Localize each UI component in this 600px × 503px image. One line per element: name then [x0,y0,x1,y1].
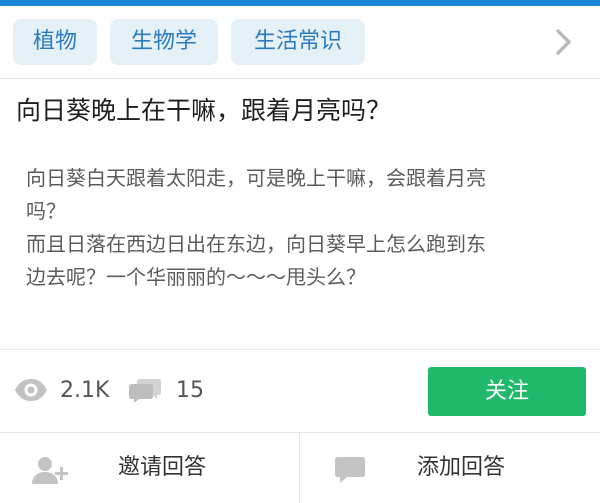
tag-plants[interactable]: 植物 [13,19,97,65]
comment-bubbles-icon [129,379,161,403]
question-body-line: 向日葵白天跟着太阳走，可是晚上干嘛，会跟着月亮 [26,166,486,190]
tag-biology[interactable]: 生物学 [110,19,218,65]
tag-life-tips[interactable]: 生活常识 [231,19,365,65]
question-actions-bar: 邀请回答 添加回答 [0,433,600,503]
add-user-icon [32,457,68,484]
question-page: 植物 生物学 生活常识 向日葵晚上在干嘛，跟着月亮吗？ 向日葵白天跟着太阳走，可… [0,0,600,503]
question-body-line: 吗？ [26,199,66,223]
answer-count: 15 [176,378,204,403]
add-answer-label: 添加回答 [417,455,506,480]
eye-icon [15,379,47,401]
comment-icon [335,457,365,483]
chevron-right-icon[interactable] [550,28,578,56]
follow-button[interactable]: 关注 [428,367,586,416]
invite-answer-label: 邀请回答 [118,455,207,480]
topic-tags-bar: 植物 生物学 生活常识 [0,6,600,79]
invite-answer-button[interactable]: 邀请回答 [0,433,299,503]
view-count: 2.1K [60,378,110,403]
question-title: 向日葵晚上在干嘛，跟着月亮吗？ [16,96,392,125]
add-answer-button[interactable]: 添加回答 [300,433,599,503]
question-body: 向日葵白天跟着太阳走，可是晚上干嘛，会跟着月亮 吗？ 而且日落在西边日出在东边，… [26,162,574,294]
question-body-line: 边去呢？一个华丽丽的～～～甩头么？ [26,265,366,289]
question-body-line: 而且日落在西边日出在东边，向日葵早上怎么跑到东 [26,232,486,256]
stats-bar: 2.1K 15 关注 [0,350,600,432]
